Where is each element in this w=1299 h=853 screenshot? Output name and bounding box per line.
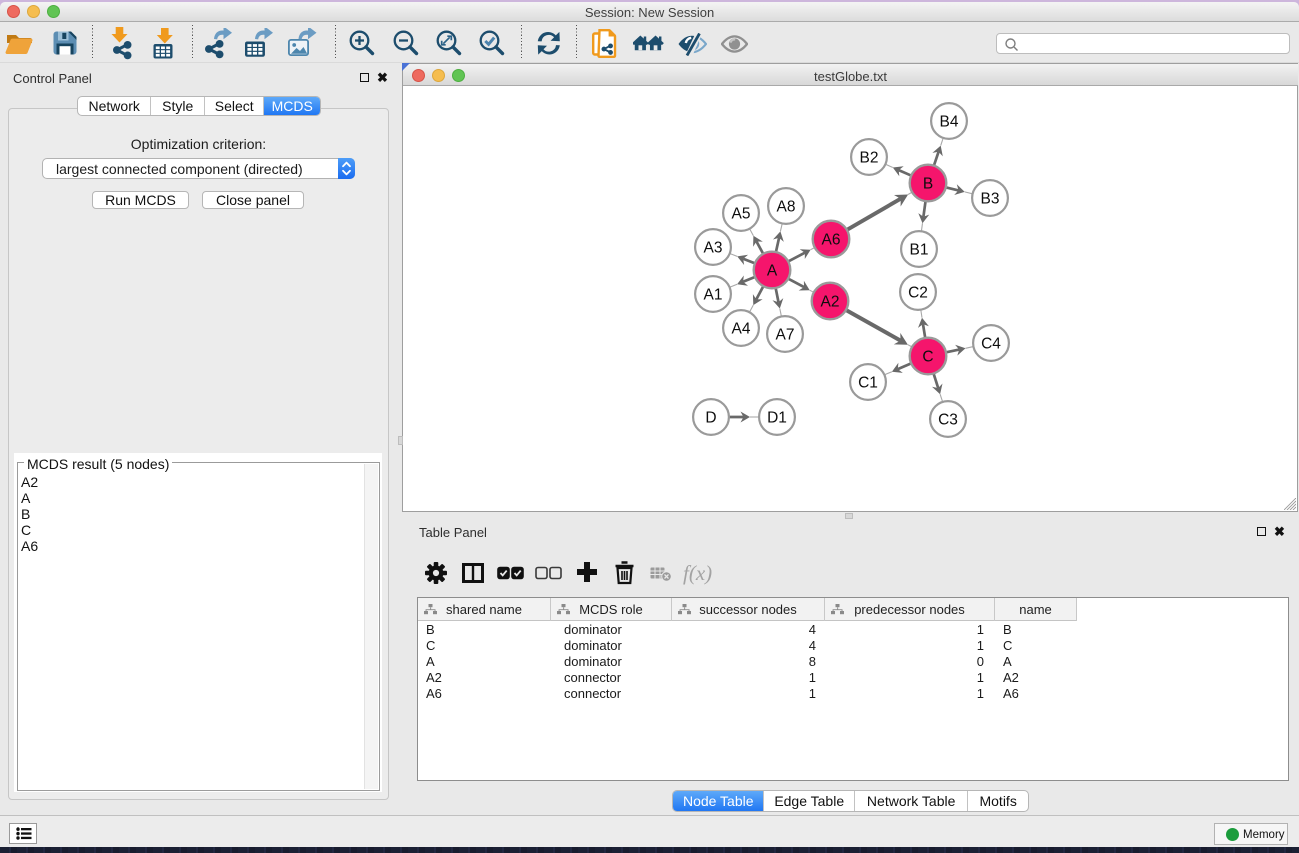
svg-text:A7: A7 xyxy=(776,327,795,344)
svg-text:B3: B3 xyxy=(981,191,1000,208)
svg-text:C: C xyxy=(922,349,933,366)
svg-text:A6: A6 xyxy=(822,232,841,249)
svg-text:A2: A2 xyxy=(821,294,840,311)
svg-text:C2: C2 xyxy=(908,285,928,302)
svg-text:A: A xyxy=(767,263,778,280)
svg-text:A1: A1 xyxy=(704,287,723,304)
svg-text:B: B xyxy=(923,176,933,193)
svg-text:B2: B2 xyxy=(860,150,879,167)
svg-text:B1: B1 xyxy=(910,242,929,259)
svg-text:C1: C1 xyxy=(858,375,878,392)
svg-text:C4: C4 xyxy=(981,336,1001,353)
svg-text:A4: A4 xyxy=(732,321,751,338)
svg-text:A3: A3 xyxy=(704,240,723,257)
svg-text:D: D xyxy=(705,410,716,427)
svg-text:C3: C3 xyxy=(938,412,958,429)
svg-text:B4: B4 xyxy=(940,114,959,131)
svg-text:D1: D1 xyxy=(767,410,787,427)
svg-text:A5: A5 xyxy=(732,206,751,223)
svg-text:A8: A8 xyxy=(777,199,796,216)
